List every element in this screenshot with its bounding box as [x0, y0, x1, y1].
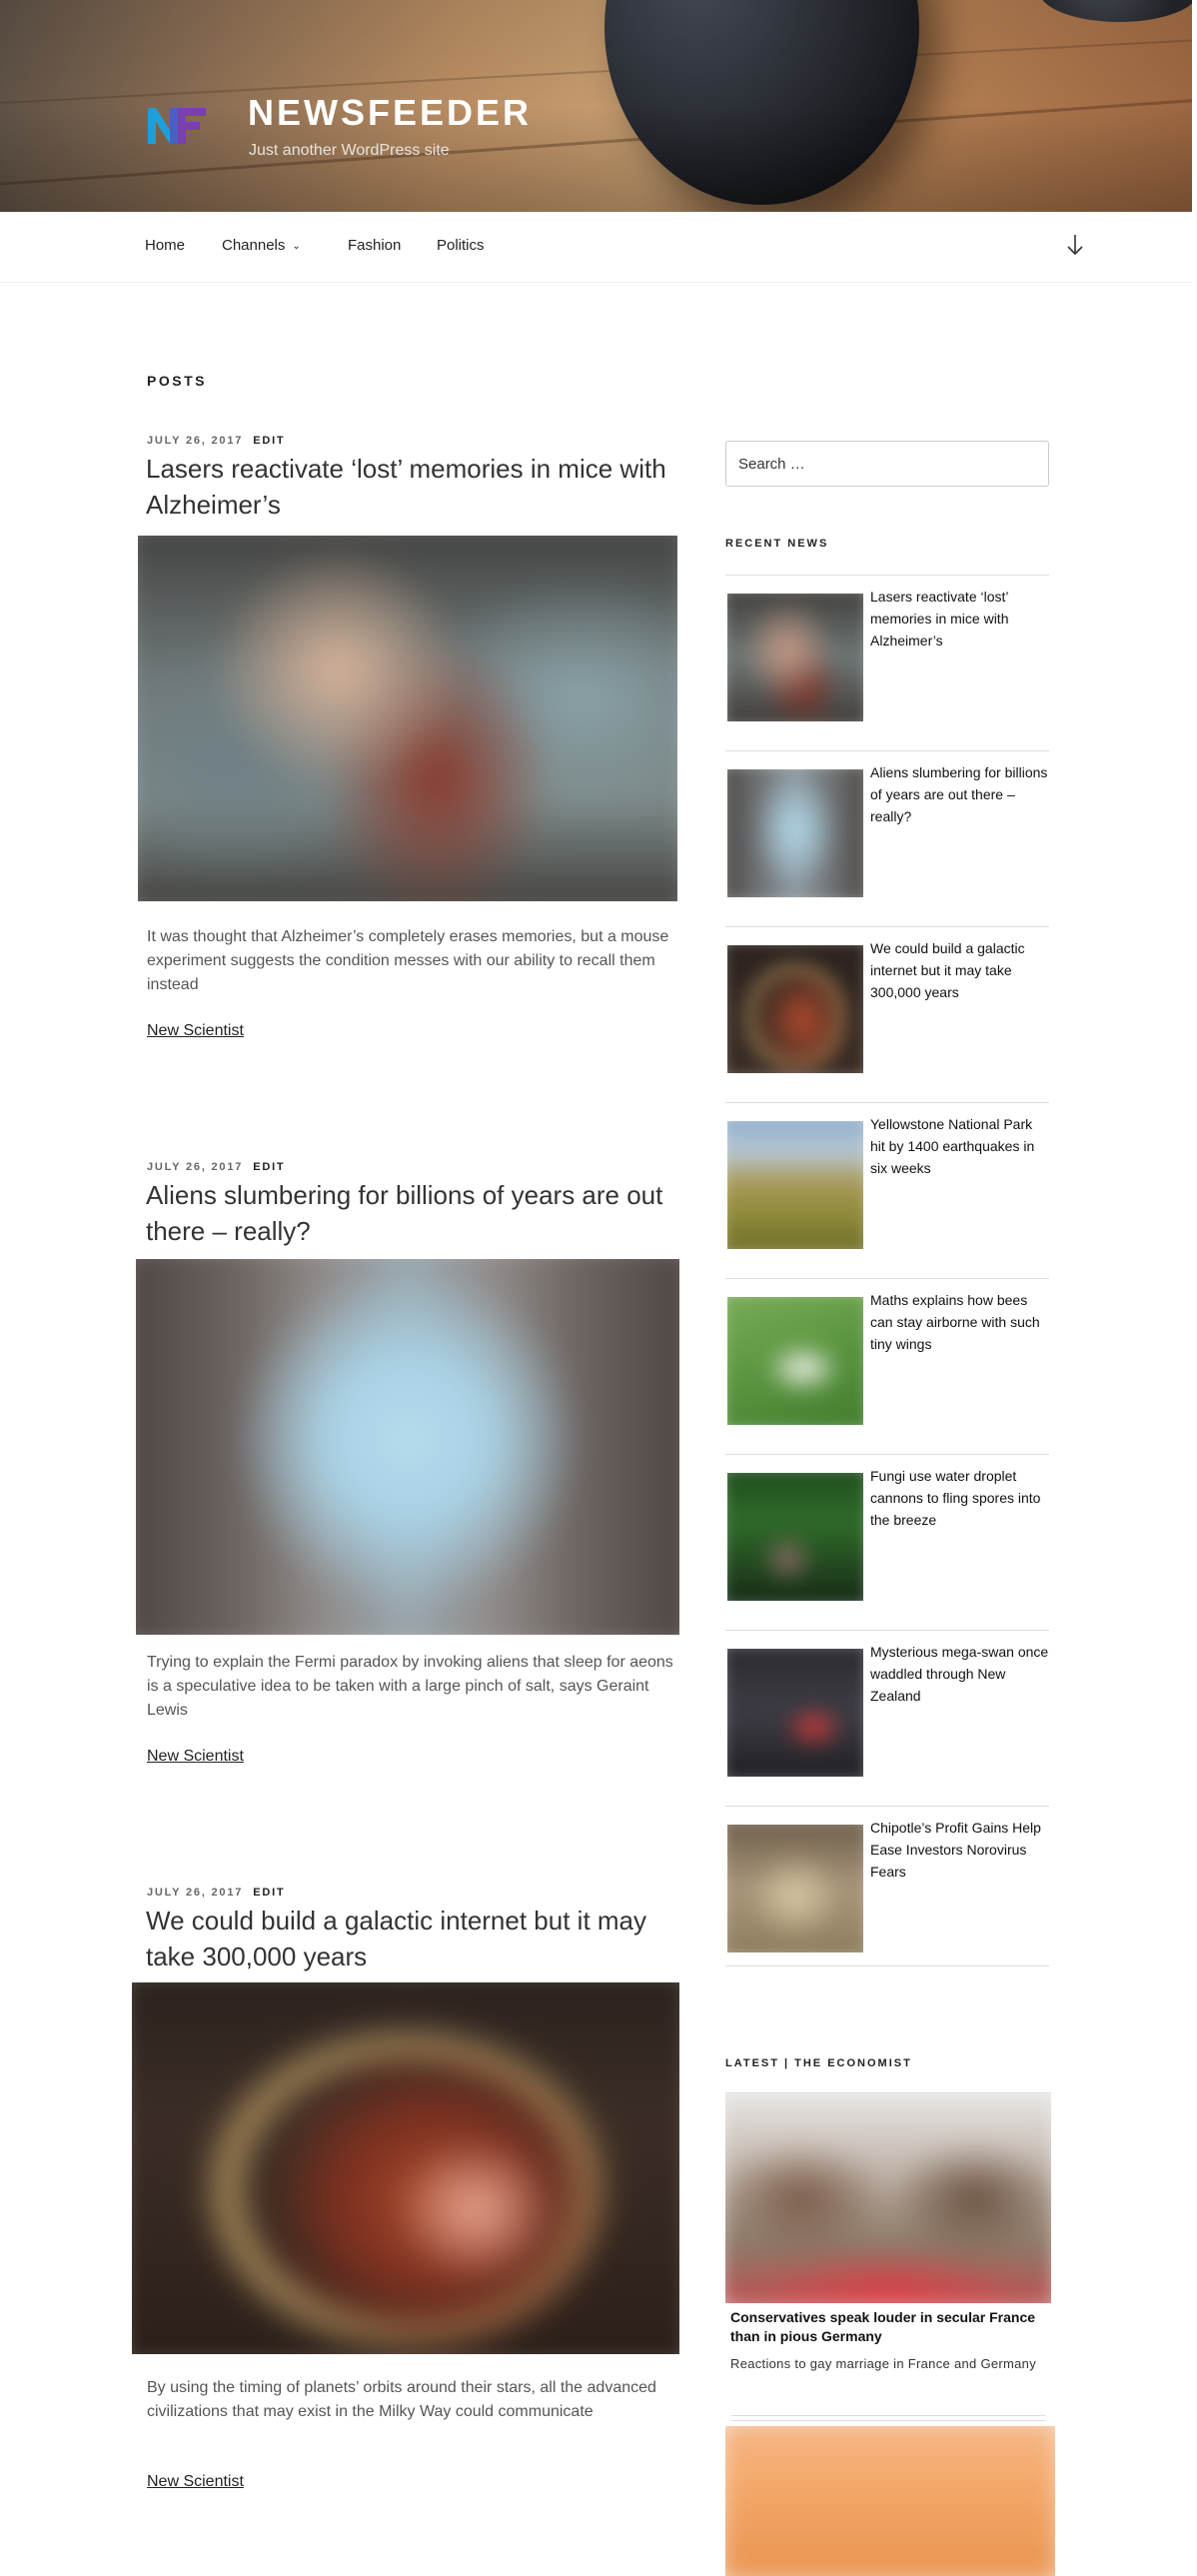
source-link[interactable]: New Scientist	[147, 1748, 244, 1766]
post-title[interactable]: We could build a galactic internet but i…	[146, 1903, 685, 1974]
edit-link[interactable]: EDIT	[253, 435, 285, 447]
recent-news-title: RECENT NEWS	[725, 538, 829, 550]
recent-news-item[interactable]: Lasers reactivate ‘lost’ memories in mic…	[725, 575, 1049, 751]
recent-news-thumbnail[interactable]	[727, 945, 863, 1073]
economist-widget-title: LATEST | THE ECONOMIST	[725, 2057, 912, 2069]
recent-news-link[interactable]: Maths explains how bees can stay airborn…	[870, 1289, 1050, 1355]
post-excerpt: It was thought that Alzheimer’s complete…	[147, 928, 669, 993]
post-meta: JULY 26, 2017 EDIT	[147, 1887, 285, 1899]
economist-article-title[interactable]: Conservatives speak louder in secular Fr…	[730, 2308, 1046, 2346]
economist-thumbnail[interactable]	[725, 2426, 1055, 2576]
nav-item-home[interactable]: Home	[145, 237, 185, 254]
nav-item-fashion[interactable]: Fashion	[348, 237, 401, 254]
recent-news-thumbnail[interactable]	[727, 1473, 863, 1601]
recent-news-link[interactable]: We could build a galactic internet but i…	[870, 937, 1050, 1003]
post-meta: JULY 26, 2017 EDIT	[147, 435, 285, 447]
recent-news-thumbnail[interactable]	[727, 1825, 863, 1952]
edit-link[interactable]: EDIT	[253, 1887, 285, 1899]
recent-news-link[interactable]: Yellowstone National Park hit by 1400 ea…	[870, 1113, 1050, 1179]
recent-news-item[interactable]: Fungi use water droplet cannons to fling…	[725, 1454, 1049, 1631]
divider	[731, 2420, 1045, 2421]
post-date[interactable]: JULY 26, 2017	[147, 435, 243, 447]
divider	[725, 1965, 1049, 1966]
economist-article-desc: Reactions to gay marriage in France and …	[730, 2356, 1037, 2371]
post-meta: JULY 26, 2017 EDIT	[147, 1161, 285, 1173]
nav-item-label: Home	[145, 237, 186, 254]
recent-news-link[interactable]: Chipotle’s Profit Gains Help Ease Invest…	[870, 1817, 1050, 1883]
search-input[interactable]	[725, 441, 1049, 487]
post-date[interactable]: JULY 26, 2017	[147, 1161, 243, 1173]
edit-link[interactable]: EDIT	[253, 1161, 285, 1173]
source-link[interactable]: New Scientist	[147, 1022, 244, 1040]
recent-news-link[interactable]: Mysterious mega-swan once waddled throug…	[870, 1641, 1050, 1707]
post-excerpt: Trying to explain the Fermi paradox by i…	[147, 1654, 673, 1719]
header-banner: NEWSFEEDER Just another WordPress site	[0, 0, 1192, 212]
nav-item-label: Fashion	[348, 237, 402, 254]
nav-item-label: Politics	[437, 237, 485, 254]
post-title[interactable]: Aliens slumbering for billions of years …	[146, 1177, 685, 1249]
recent-news-thumbnail[interactable]	[727, 1121, 863, 1249]
recent-news-item[interactable]: Yellowstone National Park hit by 1400 ea…	[725, 1102, 1049, 1279]
nav-item-label: Channels	[222, 237, 286, 254]
recent-news-item[interactable]: Mysterious mega-swan once waddled throug…	[725, 1630, 1049, 1807]
recent-news-link[interactable]: Fungi use water droplet cannons to fling…	[870, 1465, 1050, 1531]
recent-news-link[interactable]: Aliens slumbering for billions of years …	[870, 761, 1050, 827]
recent-news-item[interactable]: We could build a galactic internet but i…	[725, 926, 1049, 1103]
nav-item-politics[interactable]: Politics	[437, 237, 485, 254]
recent-news-item[interactable]: Aliens slumbering for billions of years …	[725, 750, 1049, 927]
chevron-down-icon: ⌄	[292, 241, 301, 252]
post-thumbnail[interactable]	[132, 1982, 679, 2354]
site-title[interactable]: NEWSFEEDER	[248, 92, 532, 134]
recent-news-link[interactable]: Lasers reactivate ‘lost’ memories in mic…	[870, 586, 1050, 651]
economist-thumbnail[interactable]	[725, 2092, 1051, 2303]
recent-news-item[interactable]: Chipotle’s Profit Gains Help Ease Invest…	[725, 1806, 1049, 1982]
recent-news-thumbnail[interactable]	[727, 769, 863, 897]
main-navigation: Home Channels ⌄ Fashion Politics	[0, 212, 1192, 283]
post-thumbnail[interactable]	[138, 536, 677, 901]
recent-news-thumbnail[interactable]	[727, 1297, 863, 1425]
post-thumbnail[interactable]	[136, 1259, 679, 1635]
divider	[731, 2415, 1045, 2416]
recent-news-item[interactable]: Maths explains how bees can stay airborn…	[725, 1278, 1049, 1455]
site-logo-icon[interactable]	[148, 104, 214, 148]
arrow-down-icon[interactable]	[1065, 232, 1085, 258]
post-date[interactable]: JULY 26, 2017	[147, 1887, 243, 1899]
recent-news-thumbnail[interactable]	[727, 594, 863, 721]
recent-news-thumbnail[interactable]	[727, 1649, 863, 1777]
site-tagline: Just another WordPress site	[249, 142, 450, 159]
post-excerpt: By using the timing of planets’ orbits a…	[147, 2379, 656, 2420]
posts-heading: POSTS	[147, 373, 207, 389]
nav-item-channels[interactable]: Channels ⌄	[222, 237, 301, 254]
source-link[interactable]: New Scientist	[147, 2473, 244, 2491]
post-title[interactable]: Lasers reactivate ‘lost’ memories in mic…	[146, 451, 685, 523]
